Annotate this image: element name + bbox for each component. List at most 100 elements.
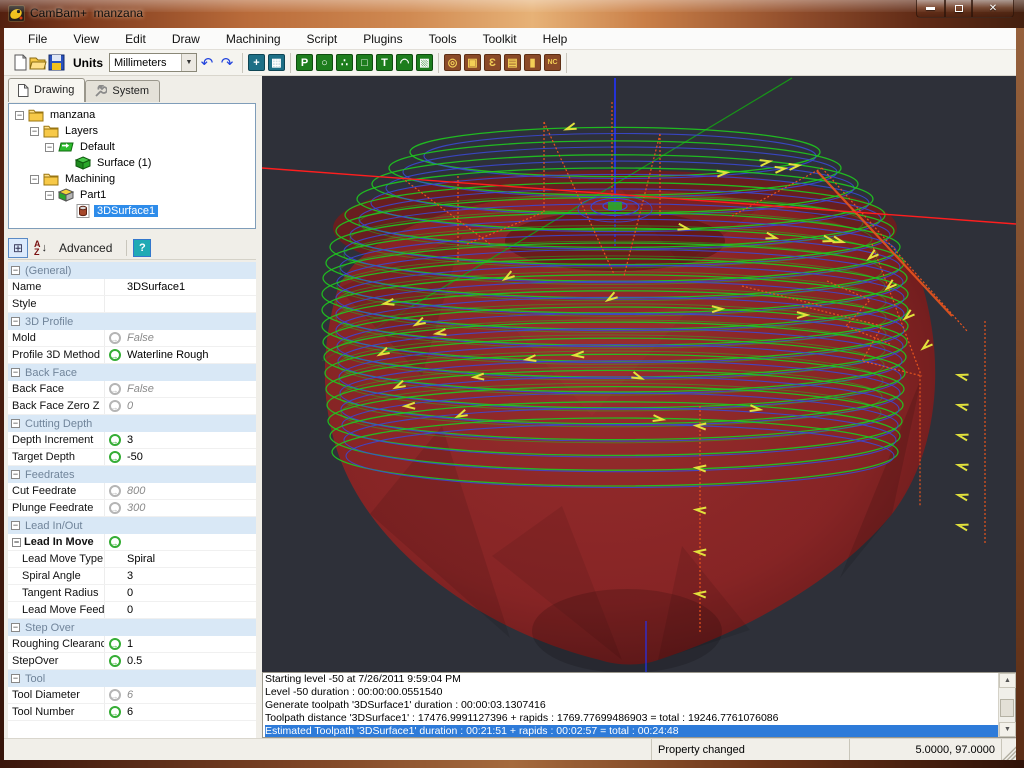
menu-draw[interactable]: Draw [162,30,210,48]
prop-row-profile-3d-method[interactable]: Profile 3D Method→Waterline Rough [8,347,256,364]
prop-category-back-face[interactable]: −Back Face [8,364,256,381]
close-button[interactable]: ✕ [972,0,1014,18]
save-icon[interactable] [48,54,65,71]
tree-expander[interactable]: − [30,127,39,136]
surface-tool-icon[interactable]: ◠ [396,54,413,71]
tree-expander[interactable]: − [45,191,54,200]
prop-value[interactable]: 6 [124,704,256,720]
prop-value[interactable]: 0.5 [124,653,256,669]
gcode-mop-icon[interactable]: NC [544,54,561,71]
profile-mop-icon[interactable]: ◎ [444,54,461,71]
prop-value[interactable]: 800 [124,483,256,499]
prop-row-tool-diameter[interactable]: Tool Diameter→6 [8,687,256,704]
menu-file[interactable]: File [18,30,57,48]
show-axes-icon[interactable]: + [248,54,265,71]
prop-category--general-[interactable]: −(General) [8,262,256,279]
prop-row-lead-move-feedrate[interactable]: Lead Move Feedrate0 [8,602,256,619]
menu-view[interactable]: View [63,30,109,48]
prop-row-lead-in-move[interactable]: −Lead In Move→ [8,534,256,551]
profile3d-mop-icon[interactable]: ▤ [504,54,521,71]
engrave-mop-icon[interactable]: Ɛ [484,54,501,71]
advanced-button[interactable]: Advanced [59,241,112,255]
prop-value[interactable]: 0 [124,398,256,414]
prop-category-tool[interactable]: −Tool [8,670,256,687]
category-expander[interactable]: − [11,623,20,632]
help-button[interactable]: ? [133,239,151,257]
prop-row-back-face-zero-z[interactable]: Back Face Zero Z→0 [8,398,256,415]
text-tool-icon[interactable]: T [376,54,393,71]
menu-help[interactable]: Help [533,30,578,48]
tree-item-machining[interactable]: −Machining [9,171,255,187]
tree-item-surface-1-[interactable]: Surface (1) [9,155,255,171]
log-line-0[interactable]: Starting level -50 at 7/26/2011 9:59:04 … [265,673,998,686]
prop-value[interactable]: False [124,381,256,397]
category-expander[interactable]: − [11,317,20,326]
menu-plugins[interactable]: Plugins [353,30,412,48]
prop-value[interactable]: Spiral [124,551,256,567]
menu-edit[interactable]: Edit [115,30,156,48]
tree-expander[interactable]: − [45,143,54,152]
log-line-4[interactable]: Estimated Toolpath '3DSurface1' duration… [265,725,998,737]
prop-row-tangent-radius[interactable]: Tangent Radius0 [8,585,256,602]
scroll-down-icon[interactable]: ▼ [999,722,1016,737]
prop-row-style[interactable]: Style [8,296,256,313]
prop-value[interactable]: 0 [124,602,256,618]
prop-value[interactable]: 0 [124,585,256,601]
resize-grip[interactable] [1002,739,1016,760]
prop-category-3d-profile[interactable]: −3D Profile [8,313,256,330]
prop-row-roughing-clearance[interactable]: Roughing Clearance→1 [8,636,256,653]
prop-value[interactable]: 300 [124,500,256,516]
log-scrollbar[interactable]: ▲ ▼ [998,673,1015,737]
undo-button[interactable]: ↶ [197,54,217,72]
tree-item-manzana[interactable]: −manzana [9,107,255,123]
category-expander[interactable]: − [11,674,20,683]
prop-category-feedrates[interactable]: −Feedrates [8,466,256,483]
3d-viewport[interactable] [262,76,1016,672]
tab-drawing[interactable]: Drawing [8,78,85,102]
prop-value[interactable]: False [124,330,256,346]
prop-value[interactable]: 1 [124,636,256,652]
prop-category-cutting-depth[interactable]: −Cutting Depth [8,415,256,432]
log-line-3[interactable]: Toolpath distance '3DSurface1' : 17476.9… [265,712,998,725]
prop-row-spiral-angle[interactable]: Spiral Angle3 [8,568,256,585]
tree-item-3dsurface1[interactable]: 3DSurface1 [9,203,255,219]
menu-toolkit[interactable]: Toolkit [473,30,527,48]
minimize-button[interactable] [916,0,945,18]
prop-value[interactable]: -50 [124,449,256,465]
scrollbar-thumb[interactable] [1000,699,1014,717]
prop-row-stepover[interactable]: StepOver→0.5 [8,653,256,670]
prop-row-name[interactable]: Name3DSurface1 [8,279,256,296]
prop-row-lead-move-type[interactable]: Lead Move TypeSpiral [8,551,256,568]
prop-category-lead-in-out[interactable]: −Lead In/Out [8,517,256,534]
prop-expander[interactable]: − [12,538,21,547]
category-expander[interactable]: − [11,470,20,479]
prop-row-depth-increment[interactable]: Depth Increment→3 [8,432,256,449]
prop-value[interactable] [124,296,256,312]
circle-tool-icon[interactable]: ○ [316,54,333,71]
tree-item-part1[interactable]: −Part1 [9,187,255,203]
menu-machining[interactable]: Machining [216,30,291,48]
prop-value[interactable]: 3 [124,432,256,448]
tree-item-layers[interactable]: −Layers [9,123,255,139]
units-dropdown[interactable]: Millimeters ▼ [109,53,197,72]
maximize-button[interactable] [945,0,972,18]
polyhedron-tool-icon[interactable]: ▧ [416,54,433,71]
prop-value[interactable]: 3DSurface1 [124,279,256,295]
prop-value[interactable]: Waterline Rough [124,347,256,363]
redo-button[interactable]: ↷ [217,54,237,72]
polyline-tool-icon[interactable]: P [296,54,313,71]
categorized-view-button[interactable]: ⊞ [8,238,28,258]
prop-category-step-over[interactable]: −Step Over [8,619,256,636]
menu-script[interactable]: Script [297,30,348,48]
alphabetical-sort-button[interactable]: AZ↓ [34,240,47,256]
prop-row-tool-number[interactable]: Tool Number→6 [8,704,256,721]
log-line-2[interactable]: Generate toolpath '3DSurface1' duration … [265,699,998,712]
prop-value[interactable]: 3 [124,568,256,584]
prop-row-mold[interactable]: Mold→False [8,330,256,347]
show-grid-icon[interactable]: ▦ [268,54,285,71]
open-file-icon[interactable] [29,54,48,71]
prop-value[interactable]: 6 [124,687,256,703]
drill-mop-icon[interactable]: ▮ [524,54,541,71]
pocket-mop-icon[interactable]: ▣ [464,54,481,71]
log-line-1[interactable]: Level -50 duration : 00:00:00.0551540 [265,686,998,699]
